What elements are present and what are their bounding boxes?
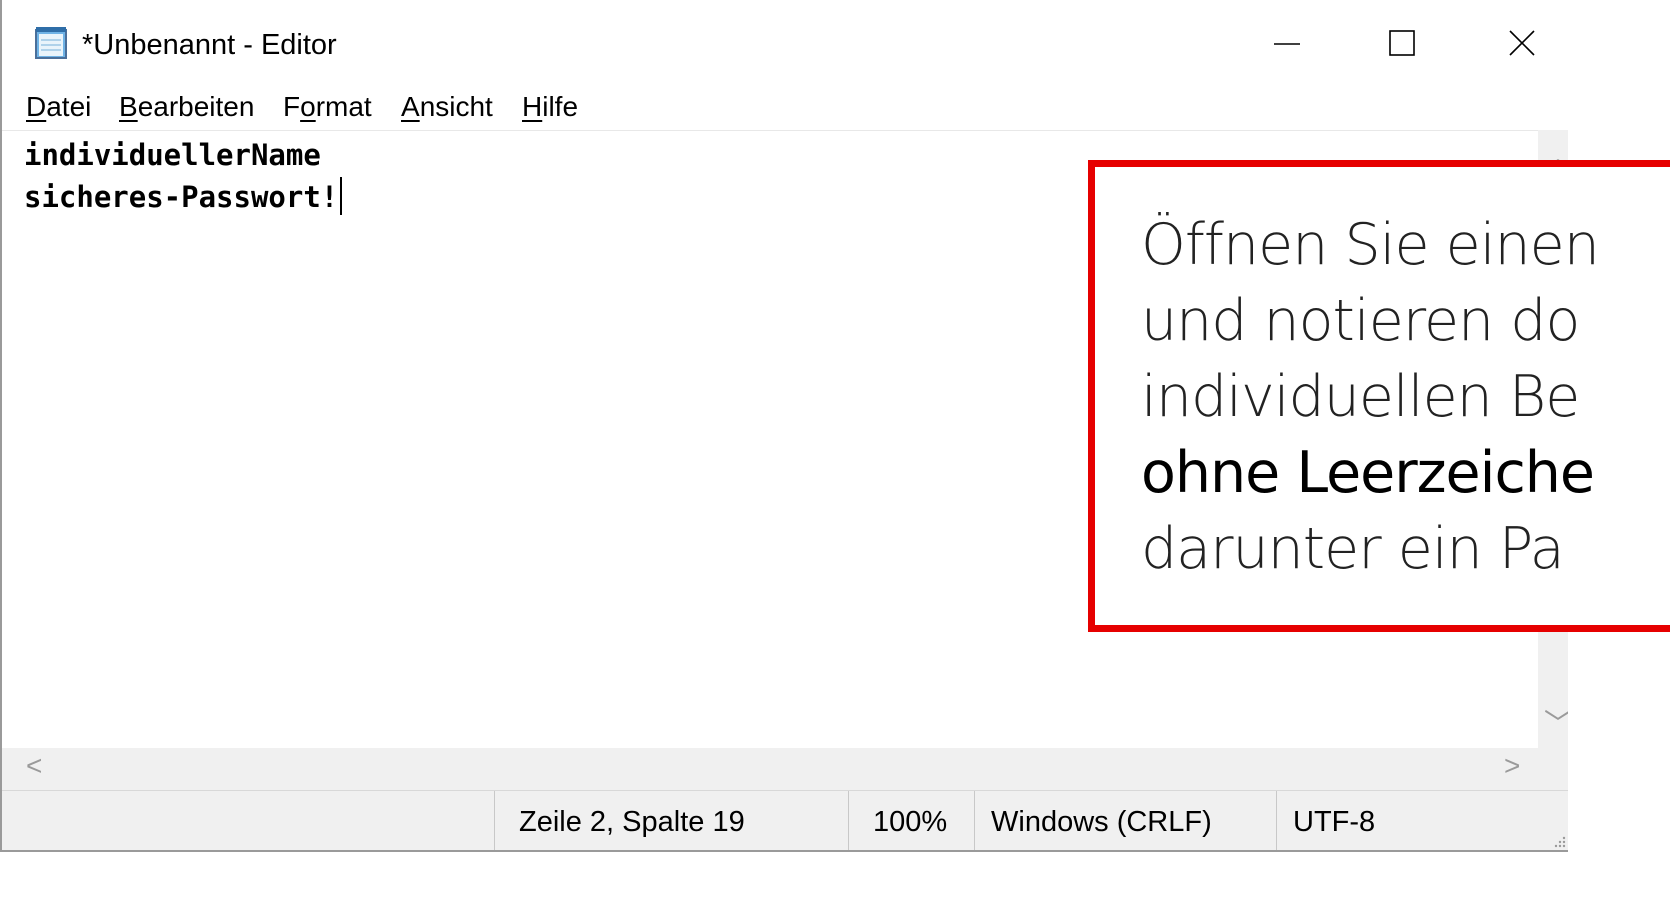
callout-line: darunter ein Pa (1141, 516, 1565, 582)
callout-text: Öffnen Sie einen und notieren do individ… (1141, 207, 1670, 587)
menu-bearbeiten[interactable]: Bearbeiten (119, 88, 254, 126)
status-encoding: UTF-8 (1276, 791, 1568, 850)
scroll-down-icon[interactable]: ﹀ (1544, 702, 1568, 742)
title-bar[interactable]: *Unbenannt - Editor (2, 0, 1568, 86)
status-zoom: 100% (848, 791, 974, 850)
callout-line: individuellen Be (1141, 364, 1580, 430)
instruction-callout: Öffnen Sie einen und notieren do individ… (1088, 160, 1670, 632)
notepad-icon (34, 26, 70, 60)
editor-line-2: sicheres-Passwort! (24, 177, 343, 217)
maximize-icon (1389, 30, 1415, 56)
minimize-icon (1274, 43, 1300, 45)
menu-bar: Datei Bearbeiten Format Ansicht Hilfe (2, 88, 1568, 128)
menu-hilfe[interactable]: Hilfe (522, 88, 578, 126)
status-cursor-position: Zeile 2, Spalte 19 (494, 791, 848, 850)
menu-datei[interactable]: Datei (26, 88, 91, 126)
close-button[interactable] (1476, 14, 1566, 74)
callout-emphasis-line: ohne Leerzeiche (1141, 440, 1595, 506)
horizontal-scrollbar[interactable]: < > (2, 748, 1568, 790)
scroll-right-icon[interactable]: > (1504, 750, 1520, 782)
status-bar: Zeile 2, Spalte 19 100% Windows (CRLF) U… (2, 790, 1568, 850)
callout-line: Öffnen Sie einen (1141, 212, 1600, 278)
editor-line-1: individuellerName (24, 138, 321, 172)
window-title: *Unbenannt - Editor (82, 29, 337, 61)
minimize-button[interactable] (1240, 14, 1330, 74)
close-icon (1509, 30, 1535, 56)
callout-line: und notieren do (1141, 288, 1580, 354)
resize-grip-icon[interactable] (1552, 834, 1566, 848)
menu-format[interactable]: Format (283, 88, 372, 126)
status-line-ending: Windows (CRLF) (974, 791, 1276, 850)
text-caret (340, 177, 343, 215)
menu-ansicht[interactable]: Ansicht (401, 88, 493, 126)
scroll-left-icon[interactable]: < (26, 750, 42, 782)
maximize-button[interactable] (1358, 14, 1448, 74)
